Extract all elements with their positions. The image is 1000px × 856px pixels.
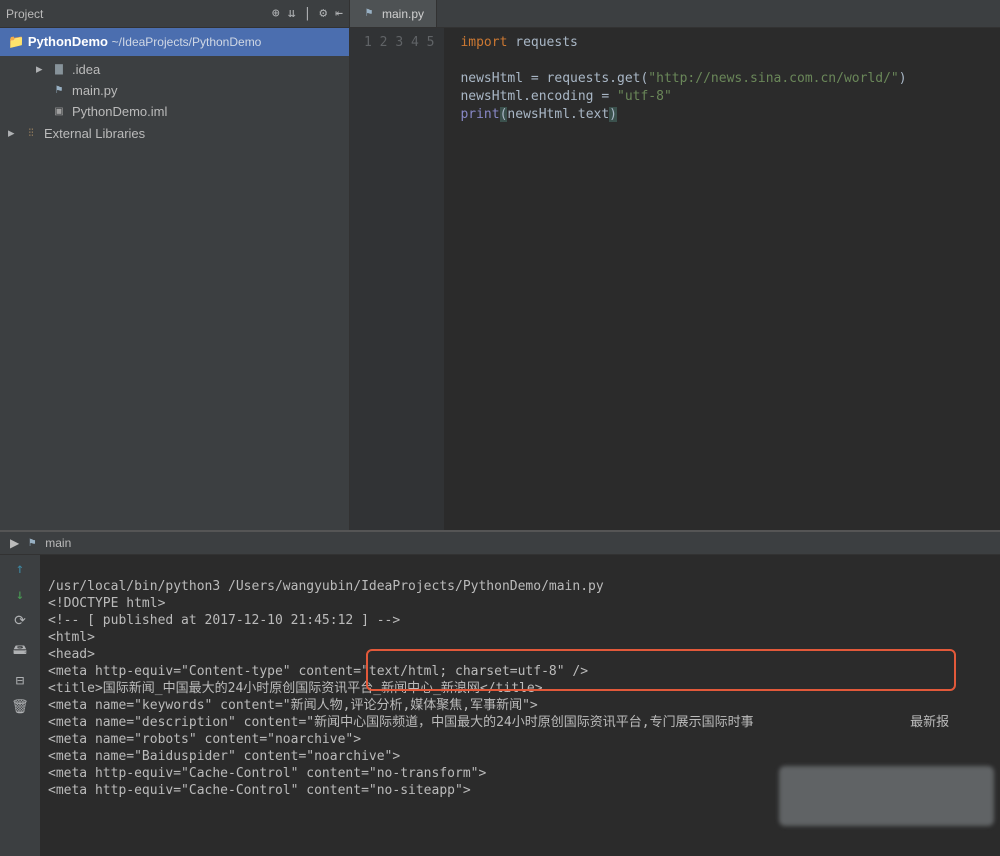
project-path: ~/IdeaProjects/PythonDemo (112, 35, 262, 49)
line-gutter[interactable]: 1 2 3 4 5 (350, 28, 444, 530)
rerun-icon[interactable]: ↑ (16, 561, 24, 577)
python-file-icon: ⚑ (362, 7, 376, 21)
fold-icon[interactable]: ⊟ (16, 673, 24, 689)
tree-item-mainpy[interactable]: ⚑ main.py (0, 80, 349, 101)
project-name: PythonDemo (28, 34, 108, 49)
tree-label: PythonDemo.iml (72, 104, 167, 119)
python-file-icon: ⚑ (52, 84, 66, 98)
code-editor[interactable]: import requests newsHtml = requests.get(… (444, 28, 1000, 530)
chevron-right-icon[interactable]: ▸ (36, 61, 46, 77)
libraries-icon: ⫶⫶ (24, 126, 38, 140)
run-panel: ▶ ⚑ main ↑ ↓ ⟳ 🖴 ⊟ 🗑 /usr/local/bin/pyth… (0, 530, 1000, 856)
tree-item-idea[interactable]: ▸ ▇ .idea (0, 58, 349, 80)
tree-label: main.py (72, 83, 118, 98)
run-toolbar: ↑ ↓ ⟳ 🖴 ⊟ 🗑 (0, 555, 40, 856)
hide-icon[interactable]: ⇤ (335, 6, 343, 21)
gear-icon[interactable]: ⚙ (319, 6, 327, 21)
run-config-label: main (45, 536, 71, 550)
tree-item-iml[interactable]: ▣ PythonDemo.iml (0, 101, 349, 122)
run-down-icon[interactable]: ↓ (16, 587, 24, 603)
python-file-icon: ⚑ (25, 536, 39, 550)
tree-label: .idea (72, 62, 100, 77)
sidebar-header: Project ⊕ ⇊ | ⚙ ⇤ (0, 0, 349, 28)
editor-area: ⚑ main.py 1 2 3 4 5 import requests news… (350, 0, 1000, 530)
trash-icon[interactable]: 🗑 (11, 699, 29, 715)
tab-label: main.py (382, 7, 424, 21)
project-root[interactable]: 📁 PythonDemo ~/IdeaProjects/PythonDemo (0, 28, 349, 56)
tree-item-external[interactable]: ▸ ⫶⫶ External Libraries (0, 122, 349, 144)
run-header: ▶ ⚑ main (0, 532, 1000, 555)
tree-label: External Libraries (44, 126, 145, 141)
collapse-icon[interactable]: ⇊ (288, 6, 296, 21)
target-icon[interactable]: ⊕ (272, 6, 280, 21)
separator: | (304, 6, 312, 21)
project-sidebar: Project ⊕ ⇊ | ⚙ ⇤ 📁 PythonDemo ~/IdeaPro… (0, 0, 350, 530)
folder-icon: ▇ (52, 62, 66, 76)
sidebar-title: Project (6, 7, 43, 21)
editor-tabs: ⚑ main.py (350, 0, 1000, 28)
console-output[interactable]: /usr/local/bin/python3 /Users/wangyubin/… (40, 555, 1000, 856)
print-icon[interactable]: 🖴 (13, 639, 27, 663)
watermark-overlay (779, 766, 994, 826)
tab-mainpy[interactable]: ⚑ main.py (350, 0, 437, 27)
file-tree: ▸ ▇ .idea ⚑ main.py ▣ PythonDemo.iml (0, 56, 349, 146)
stop-icon[interactable]: ⟳ (14, 613, 26, 629)
iml-file-icon: ▣ (52, 105, 66, 119)
